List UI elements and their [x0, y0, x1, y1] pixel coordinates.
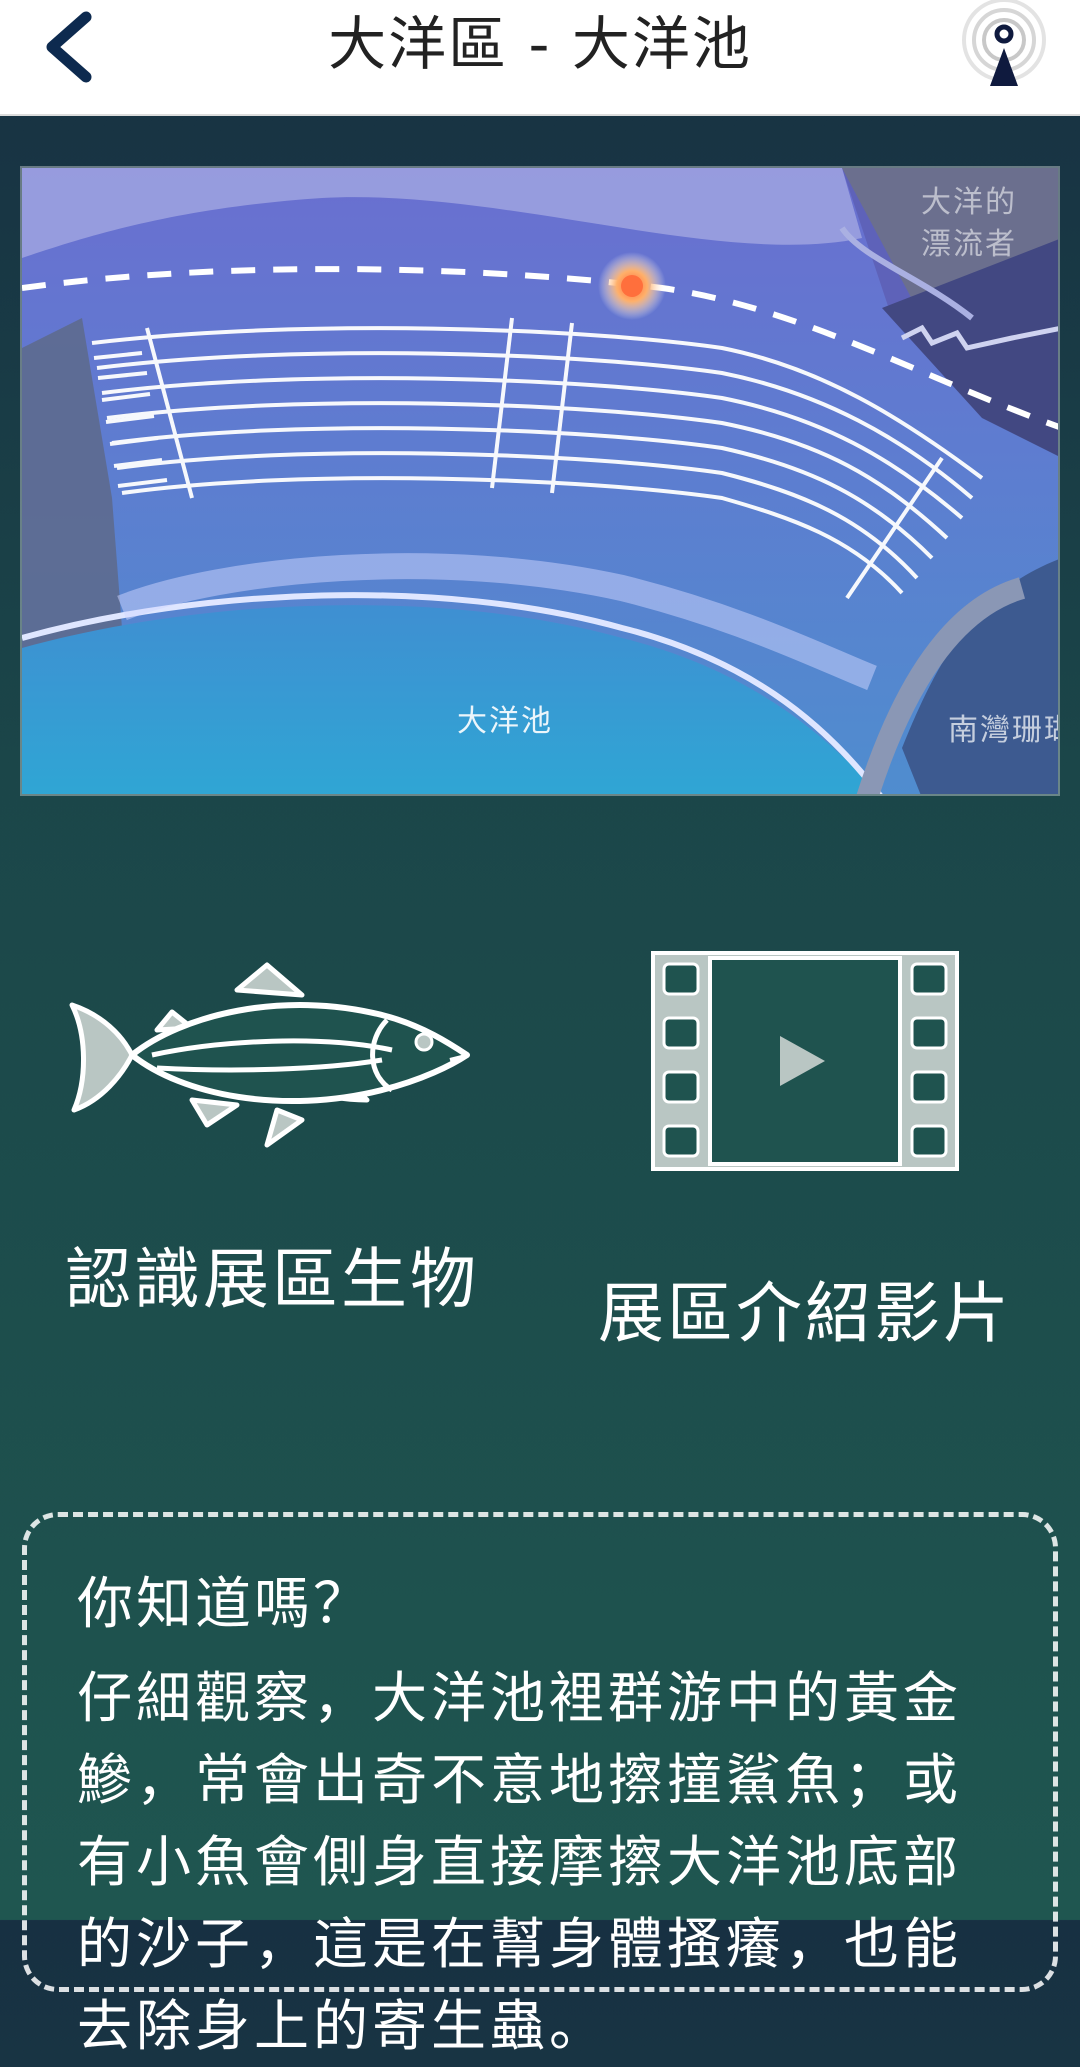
did-you-know-card: 你知道嗎？ 仔細觀察，大洋池裡群游中的黃金鰺，常會出奇不意地擦撞鯊魚；或有小魚會…: [22, 1512, 1058, 2058]
fish-icon: [69, 962, 470, 1148]
film-play-icon: [651, 951, 959, 1171]
beacon-button[interactable]: [956, 0, 1052, 96]
exhibit-creatures-button[interactable]: 認識展區生物: [52, 960, 492, 1322]
exhibit-creatures-label: 認識展區生物: [65, 1241, 479, 1318]
chevron-left-icon: [46, 11, 92, 83]
page-title: 大洋區 - 大洋池: [328, 10, 752, 78]
did-you-know-text: 仔細觀察，大洋池裡群游中的黃金鰺，常會出奇不意地擦撞鯊魚；或有小魚會側身直接摩擦…: [77, 1666, 963, 2058]
exhibit-video-button[interactable]: 展區介紹影片: [585, 950, 1025, 1356]
back-button[interactable]: [20, 2, 120, 92]
map-label-drifters: 大洋的漂流者: [921, 185, 1017, 262]
location-beacon-icon: [962, 0, 1046, 86]
did-you-know-title: 你知道嗎？: [77, 1572, 372, 1637]
map-label-pool: 大洋池: [457, 704, 553, 739]
map-label-bay: 南灣珊瑚: [948, 713, 1058, 748]
exhibit-map[interactable]: 大洋的漂流者 大洋池 南灣珊瑚: [20, 166, 1060, 796]
top-bar: 大洋區 - 大洋池: [0, 0, 1080, 116]
exhibit-video-label: 展區介紹影片: [598, 1275, 1012, 1352]
